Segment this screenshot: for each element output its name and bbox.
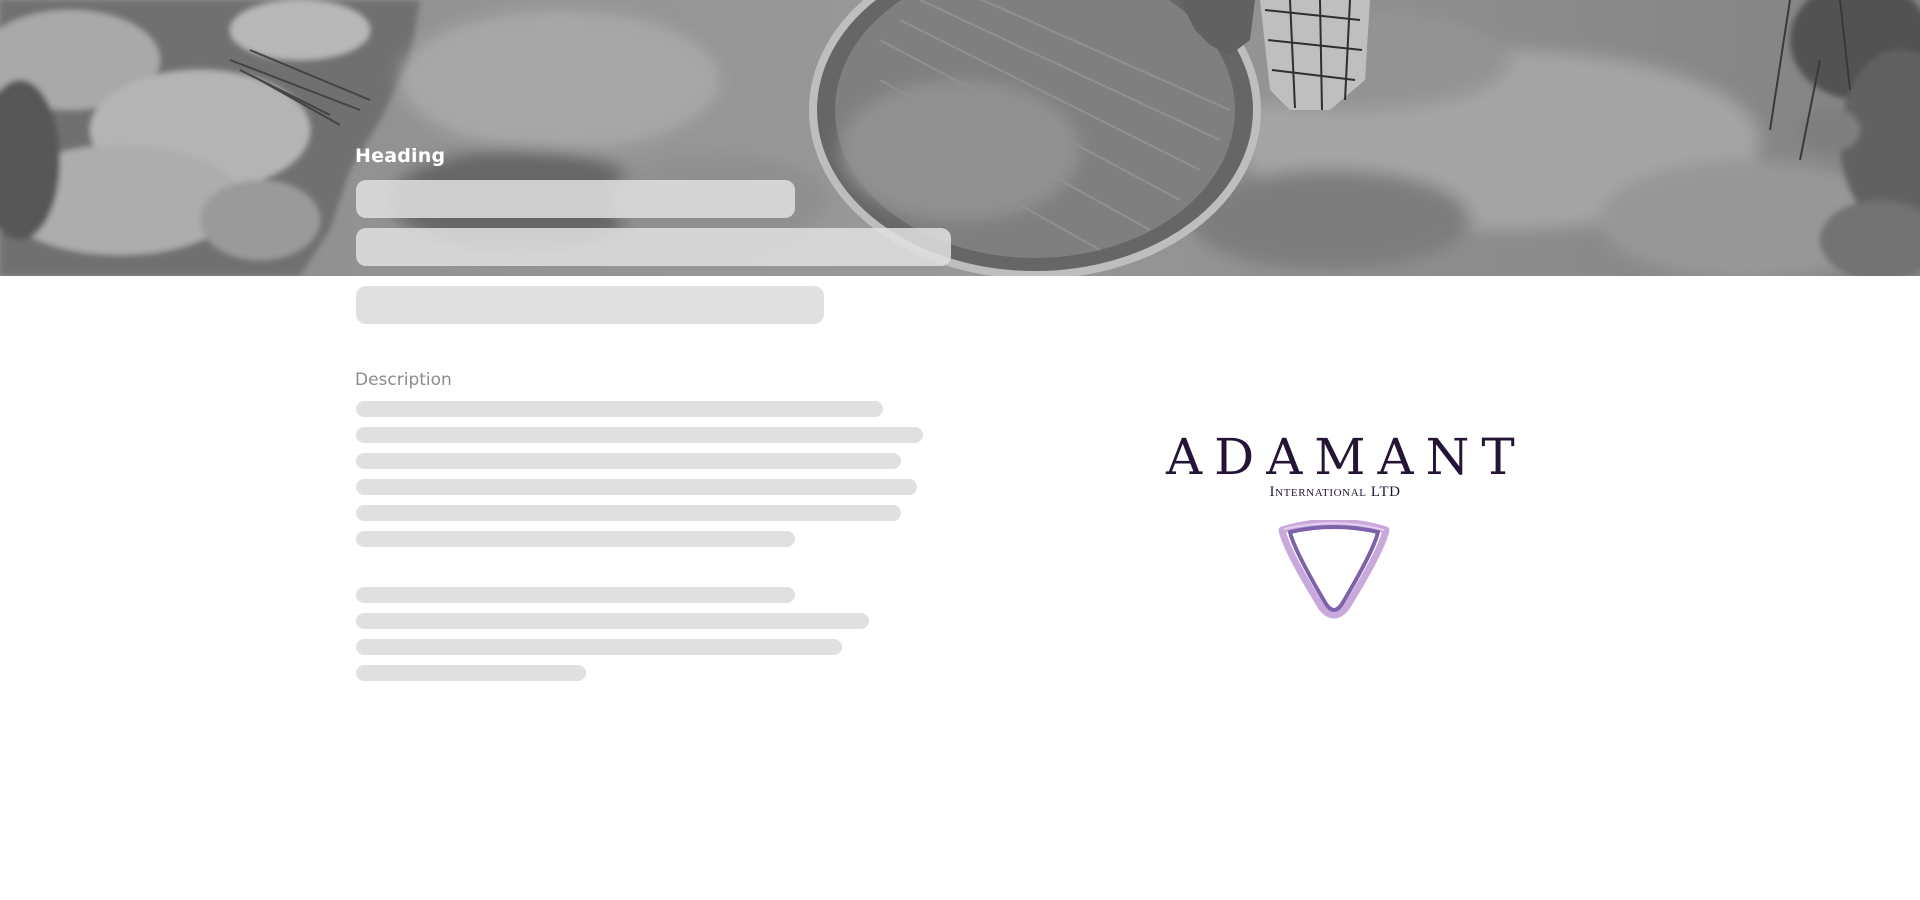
skeleton-text-line bbox=[356, 453, 901, 469]
skeleton-text-line bbox=[356, 531, 795, 547]
hero-banner bbox=[0, 0, 1920, 276]
skeleton-text-line bbox=[356, 505, 901, 521]
skeleton-title-line-1 bbox=[356, 180, 795, 218]
skeleton-text-line bbox=[356, 427, 923, 443]
hero-heading: Heading bbox=[355, 145, 446, 167]
skeleton-text-line bbox=[356, 639, 842, 655]
skeleton-subtitle-line bbox=[356, 286, 824, 324]
logo-subtitle: International LTD bbox=[1269, 484, 1401, 500]
skeleton-text-line bbox=[356, 613, 869, 629]
hero-background-photo bbox=[0, 0, 1920, 276]
v-shaped-diamond-icon bbox=[1278, 520, 1390, 619]
skeleton-title-line-2 bbox=[356, 228, 951, 266]
logo-wordmark: ADAMANT bbox=[1166, 428, 1527, 486]
skeleton-text-line bbox=[356, 587, 795, 603]
description-label: Description bbox=[355, 370, 452, 390]
company-logo: ADAMANT International LTD bbox=[1160, 428, 1527, 630]
skeleton-text-line bbox=[356, 401, 883, 417]
skeleton-text-line bbox=[356, 665, 586, 681]
page: Heading Description ADAMANT Internationa… bbox=[0, 0, 1920, 900]
skeleton-text-line bbox=[356, 479, 917, 495]
